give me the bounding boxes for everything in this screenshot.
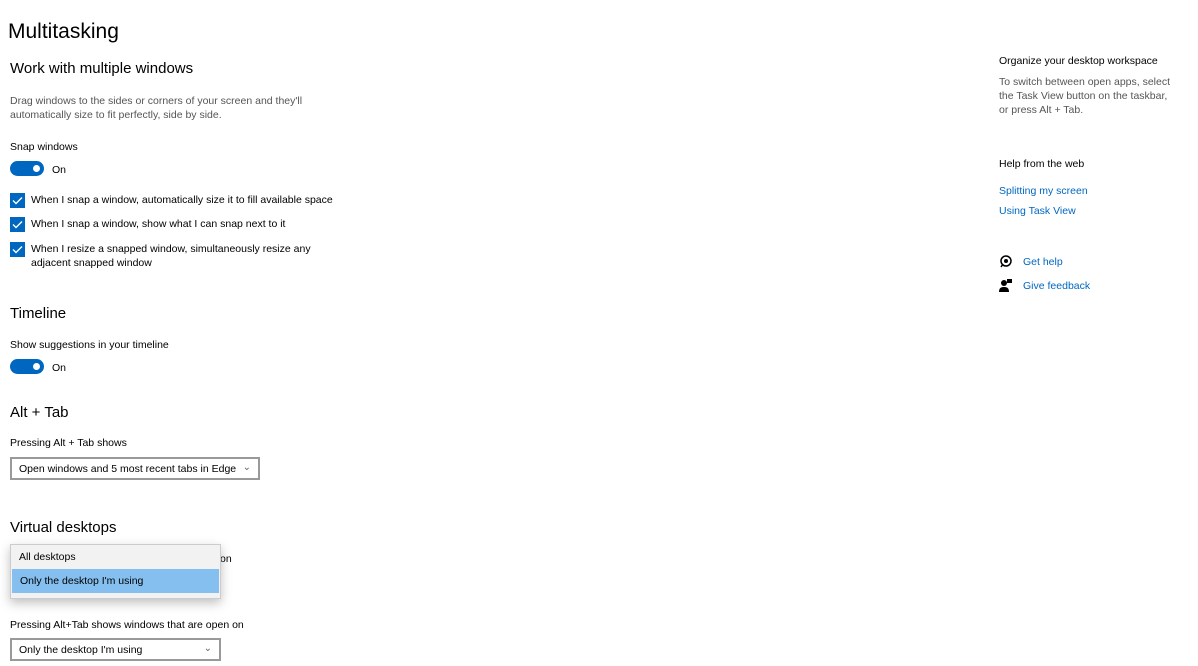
- alttab-label: Pressing Alt + Tab shows: [10, 437, 127, 449]
- give-feedback-link[interactable]: Give feedback: [1023, 280, 1090, 292]
- snap-description-2: automatically size to fit perfectly, sid…: [10, 109, 222, 121]
- snap-resize-label-2: adjacent snapped window: [31, 257, 152, 269]
- chevron-down-icon: ⌄: [203, 643, 212, 654]
- snap-resize-checkbox[interactable]: [10, 242, 25, 257]
- timeline-heading: Timeline: [10, 305, 67, 322]
- snap-fill-label: When I snap a window, automatically size…: [31, 194, 333, 206]
- organize-text-2: the Task View button on the taskbar,: [999, 90, 1168, 102]
- organize-text-3: or press Alt + Tab.: [999, 104, 1084, 116]
- alttab-value: Open windows and 5 most recent tabs in E…: [19, 463, 237, 475]
- option-only-this-desktop[interactable]: Only the desktop I'm using: [12, 569, 219, 593]
- taskbar-label-fragment: on: [220, 553, 232, 565]
- option-all-desktops[interactable]: All desktops: [11, 545, 220, 569]
- organize-title: Organize your desktop workspace: [999, 55, 1158, 67]
- check-icon: [12, 246, 23, 254]
- snap-fill-checkbox[interactable]: [10, 193, 25, 208]
- feedback-icon: [999, 279, 1012, 292]
- snap-heading: Work with multiple windows: [10, 60, 194, 77]
- snap-toggle[interactable]: [10, 161, 44, 176]
- alttab-heading: Alt + Tab: [10, 404, 69, 421]
- taskbar-dropdown-menu[interactable]: All desktops Only the desktop I'm using: [10, 544, 221, 599]
- timeline-label: Show suggestions in your timeline: [10, 339, 169, 351]
- snap-assist-label: When I snap a window, show what I can sn…: [31, 218, 286, 230]
- chevron-down-icon: ⌄: [242, 462, 251, 473]
- timeline-toggle[interactable]: [10, 359, 44, 374]
- virtual-heading: Virtual desktops: [10, 519, 117, 536]
- check-icon: [12, 197, 23, 205]
- alttab-select[interactable]: Open windows and 5 most recent tabs in E…: [10, 457, 260, 480]
- page-title: Multitasking: [8, 20, 119, 43]
- snap-description: Drag windows to the sides or corners of …: [10, 95, 303, 107]
- link-splitting-screen[interactable]: Splitting my screen: [999, 185, 1088, 197]
- get-help-link[interactable]: Get help: [1023, 256, 1063, 268]
- get-help-icon: [1000, 255, 1012, 268]
- virtual-alttab-value: Only the desktop I'm using: [19, 644, 143, 656]
- organize-text-1: To switch between open apps, select: [999, 76, 1171, 88]
- help-title: Help from the web: [999, 158, 1085, 170]
- link-using-task-view[interactable]: Using Task View: [999, 205, 1076, 217]
- virtual-alttab-label: Pressing Alt+Tab shows windows that are …: [10, 619, 244, 631]
- snap-resize-label: When I resize a snapped window, simultan…: [31, 243, 311, 255]
- check-icon: [12, 221, 23, 229]
- snap-label: Snap windows: [10, 141, 78, 153]
- snap-state: On: [52, 164, 67, 176]
- snap-assist-checkbox[interactable]: [10, 217, 25, 232]
- timeline-state: On: [52, 362, 67, 374]
- virtual-alttab-select[interactable]: Only the desktop I'm using ⌄: [10, 638, 221, 661]
